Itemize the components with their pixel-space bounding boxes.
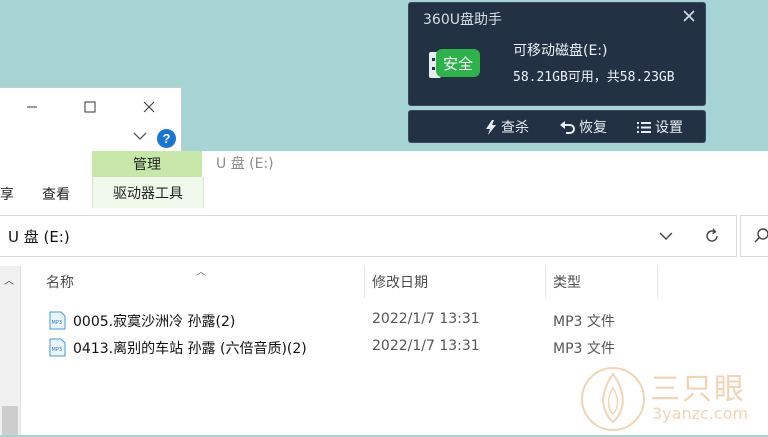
file-name: 0413.离别的车站 孙露 (六倍音质)(2): [73, 341, 307, 357]
chevron-down-icon[interactable]: [132, 128, 148, 144]
scan-button[interactable]: 查杀: [485, 117, 529, 137]
mp3-file-icon: MP3: [49, 338, 66, 357]
tab-drive-tools[interactable]: 驱动器工具: [92, 177, 204, 208]
drive-capacity: 58.21GB可用，共58.23GB: [513, 70, 675, 85]
column-divider[interactable]: [545, 266, 546, 298]
minimize-button[interactable]: [20, 96, 44, 118]
drive-name: 可移动磁盘(E:): [513, 43, 608, 59]
restore-button[interactable]: 恢复: [560, 117, 607, 137]
undo-icon: [560, 120, 575, 134]
background-window: ?: [0, 87, 182, 159]
tab-share[interactable]: 享: [0, 184, 14, 204]
watermark-logo-icon: [581, 367, 645, 431]
watermark: 三只眼 3yanzc.com: [580, 362, 768, 437]
close-button[interactable]: [137, 96, 161, 118]
column-header-date[interactable]: 修改日期: [372, 266, 428, 298]
popup-title: 360U盘助手: [423, 12, 502, 28]
lightning-icon: [486, 119, 496, 135]
tab-view[interactable]: 查看: [42, 184, 70, 204]
search-input[interactable]: [740, 215, 768, 257]
settings-label: 设置: [655, 120, 683, 136]
file-date: 2022/1/7 13:31: [372, 338, 480, 354]
svg-text:MP3: MP3: [52, 347, 63, 353]
refresh-button[interactable]: [688, 215, 737, 257]
svg-text:MP3: MP3: [52, 320, 63, 326]
scrollbar-thumb[interactable]: [2, 406, 18, 435]
watermark-url: 3yanzc.com: [652, 404, 749, 423]
restore-label: 恢复: [579, 120, 607, 136]
search-icon: [754, 228, 768, 243]
chevron-down-icon[interactable]: [658, 228, 674, 244]
close-icon: [143, 101, 155, 113]
maximize-button[interactable]: [78, 96, 102, 118]
navigation-pane[interactable]: ︿: [0, 266, 21, 435]
window-title: U 盘 (E:): [216, 156, 274, 172]
maximize-icon: [84, 101, 96, 113]
list-icon: [637, 121, 651, 133]
file-type: MP3 文件: [553, 341, 615, 357]
file-row[interactable]: MP3 0413.离别的车站 孙露 (六倍音质)(2) 2022/1/7 13:…: [46, 334, 666, 360]
close-icon[interactable]: [681, 8, 697, 24]
mp3-file-icon: MP3: [49, 311, 66, 330]
file-row[interactable]: MP3 0005.寂寞沙洲冷 孙露(2) 2022/1/7 13:31 MP3 …: [46, 307, 666, 333]
popup-action-bar: 查杀 恢复 设置: [408, 110, 706, 143]
column-divider[interactable]: [364, 266, 365, 298]
ribbon-tabs: 享 查看 管理 驱动器工具 U 盘 (E:): [0, 151, 768, 208]
watermark-text: 三只眼: [650, 372, 746, 407]
address-text: U 盘 (E:): [8, 228, 70, 246]
address-row: U 盘 (E:): [0, 209, 768, 263]
file-name: 0005.寂寞沙洲冷 孙露(2): [73, 314, 236, 330]
column-header-name[interactable]: 名称: [46, 266, 74, 298]
address-bar[interactable]: U 盘 (E:): [0, 215, 689, 257]
scroll-up-arrow[interactable]: ︿: [4, 272, 14, 287]
scan-label: 查杀: [501, 120, 529, 136]
help-icon[interactable]: ?: [157, 129, 176, 148]
file-type: MP3 文件: [553, 314, 615, 330]
safe-badge: 安全: [436, 49, 480, 77]
usb-helper-popup: 360U盘助手 安全 可移动磁盘(E:) 58.21GB可用，共58.23GB: [408, 2, 706, 106]
context-group-manage: 管理: [92, 151, 202, 177]
column-header-type[interactable]: 类型: [553, 266, 581, 298]
minimize-icon: [27, 106, 37, 108]
file-date: 2022/1/7 13:31: [372, 311, 480, 327]
refresh-icon: [706, 228, 718, 242]
sort-indicator-icon: ︿: [196, 267, 206, 278]
column-divider[interactable]: [657, 266, 658, 298]
settings-button[interactable]: 设置: [637, 117, 683, 137]
